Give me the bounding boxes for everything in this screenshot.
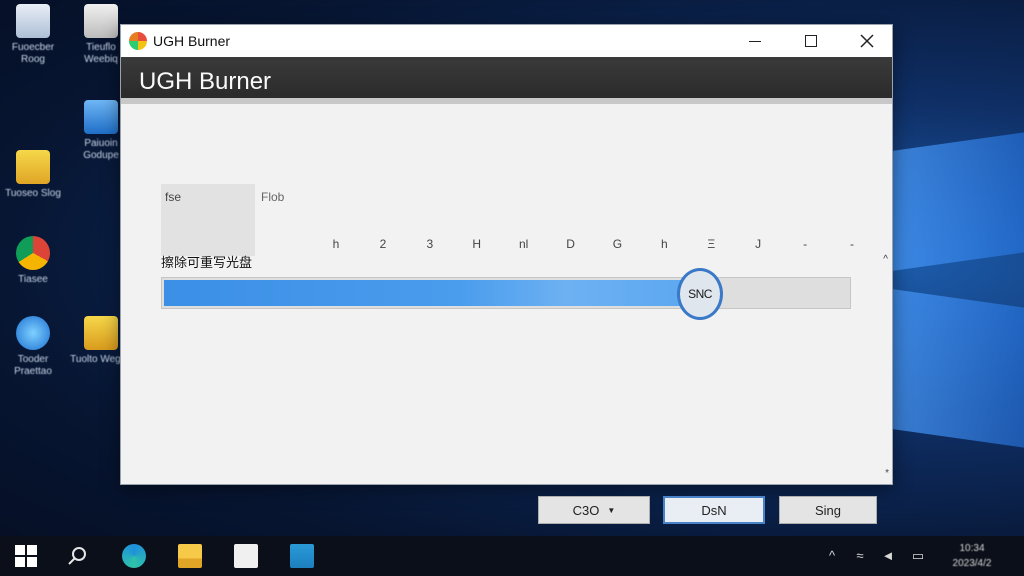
mail-icon[interactable] [290, 544, 314, 568]
close-icon [860, 34, 874, 48]
file-explorer-icon[interactable] [178, 544, 202, 568]
tick-label: 2 [379, 237, 387, 251]
tray-chevron-up-icon[interactable]: ^ [824, 548, 840, 564]
progress-knob-label: SNC [688, 287, 712, 301]
tick-row: h 2 3 H nl D G h Ξ J - - [326, 237, 862, 251]
shortcut-icon [84, 100, 118, 134]
tick-label: 3 [426, 237, 434, 251]
chrome-icon [16, 236, 50, 270]
shortcut-icon [84, 4, 118, 38]
tile-label: fse [165, 190, 182, 204]
tick-label: nl [518, 237, 529, 251]
desktop-icon-5[interactable]: Tiasee [2, 236, 64, 286]
task-label: 擦除可重写光盘 [161, 255, 253, 270]
resize-grip-icon[interactable]: * [885, 468, 889, 479]
start-button[interactable] [14, 544, 38, 568]
document-icon [16, 4, 50, 38]
keyboard-icon[interactable]: ▭ [910, 548, 926, 564]
windows-logo-icon [27, 545, 37, 555]
store-icon[interactable] [234, 544, 258, 568]
folder-icon [16, 150, 50, 184]
tick-label: J [755, 237, 762, 251]
window-title: UGH Burner [153, 33, 231, 49]
minimize-icon [749, 40, 761, 42]
secondary-button-label: Sing [814, 502, 842, 518]
tick-label: D [566, 237, 575, 251]
maximize-icon [805, 35, 817, 47]
clock-time: 10:34 [959, 543, 985, 554]
taskbar: ^ ≈ ◄ ▭ 10:34 2023/4/2 [0, 536, 1024, 576]
dropdown-button-label: C3O [572, 502, 600, 518]
tick-label: h [332, 237, 340, 251]
progress-knob[interactable]: SNC [677, 268, 723, 320]
search-icon [68, 547, 86, 565]
windows-logo-icon [27, 557, 37, 567]
taskbar-clock[interactable]: 10:34 2023/4/2 [942, 541, 1002, 571]
tick-label: G [612, 237, 623, 251]
title-bar[interactable]: UGH Burner [121, 25, 892, 57]
secondary-button[interactable]: Sing [779, 496, 877, 524]
chevron-down-icon: ▼ [607, 505, 616, 515]
minimize-button[interactable] [730, 25, 780, 57]
tick-label: - [849, 237, 854, 251]
close-button[interactable] [842, 25, 892, 57]
primary-button-label: DsN [701, 502, 727, 518]
progress-bar [161, 277, 851, 309]
windows-logo-icon [15, 545, 25, 555]
app-header: UGH Burner [121, 57, 892, 104]
desktop-icon-3[interactable]: Tuoseo Slog [2, 150, 64, 200]
tick-label: Ξ [707, 237, 716, 251]
maximize-button[interactable] [786, 25, 836, 57]
app-logo-icon [129, 32, 147, 50]
tick-label: H [472, 237, 482, 251]
tick-label: h [661, 237, 668, 251]
edge-browser-icon[interactable] [122, 544, 146, 568]
desktop-icon-6[interactable]: Tooder Praettao [2, 316, 64, 378]
tick-label: - [803, 237, 808, 251]
globe-icon [16, 316, 50, 350]
search-button[interactable] [66, 544, 90, 568]
volume-icon[interactable]: ◄ [880, 548, 896, 564]
app-window: UGH Burner UGH Burner fse Flob h 2 3 H n… [120, 24, 893, 524]
side-label: Flob [261, 190, 285, 204]
folder-icon [84, 316, 118, 350]
dropdown-button[interactable]: C3O ▼ [538, 496, 650, 524]
progress-fill [164, 280, 701, 306]
primary-button[interactable]: DsN [663, 496, 765, 524]
network-icon[interactable]: ≈ [852, 548, 868, 564]
desktop-icon-1[interactable]: Fuoecber Roog [2, 4, 64, 66]
main-content: fse Flob h 2 3 H nl D G h Ξ J - - 擦除可重写光… [121, 104, 892, 524]
windows-logo-icon [15, 557, 25, 567]
scroll-up-icon[interactable]: ^ [883, 254, 888, 265]
clock-date: 2023/4/2 [952, 558, 992, 569]
